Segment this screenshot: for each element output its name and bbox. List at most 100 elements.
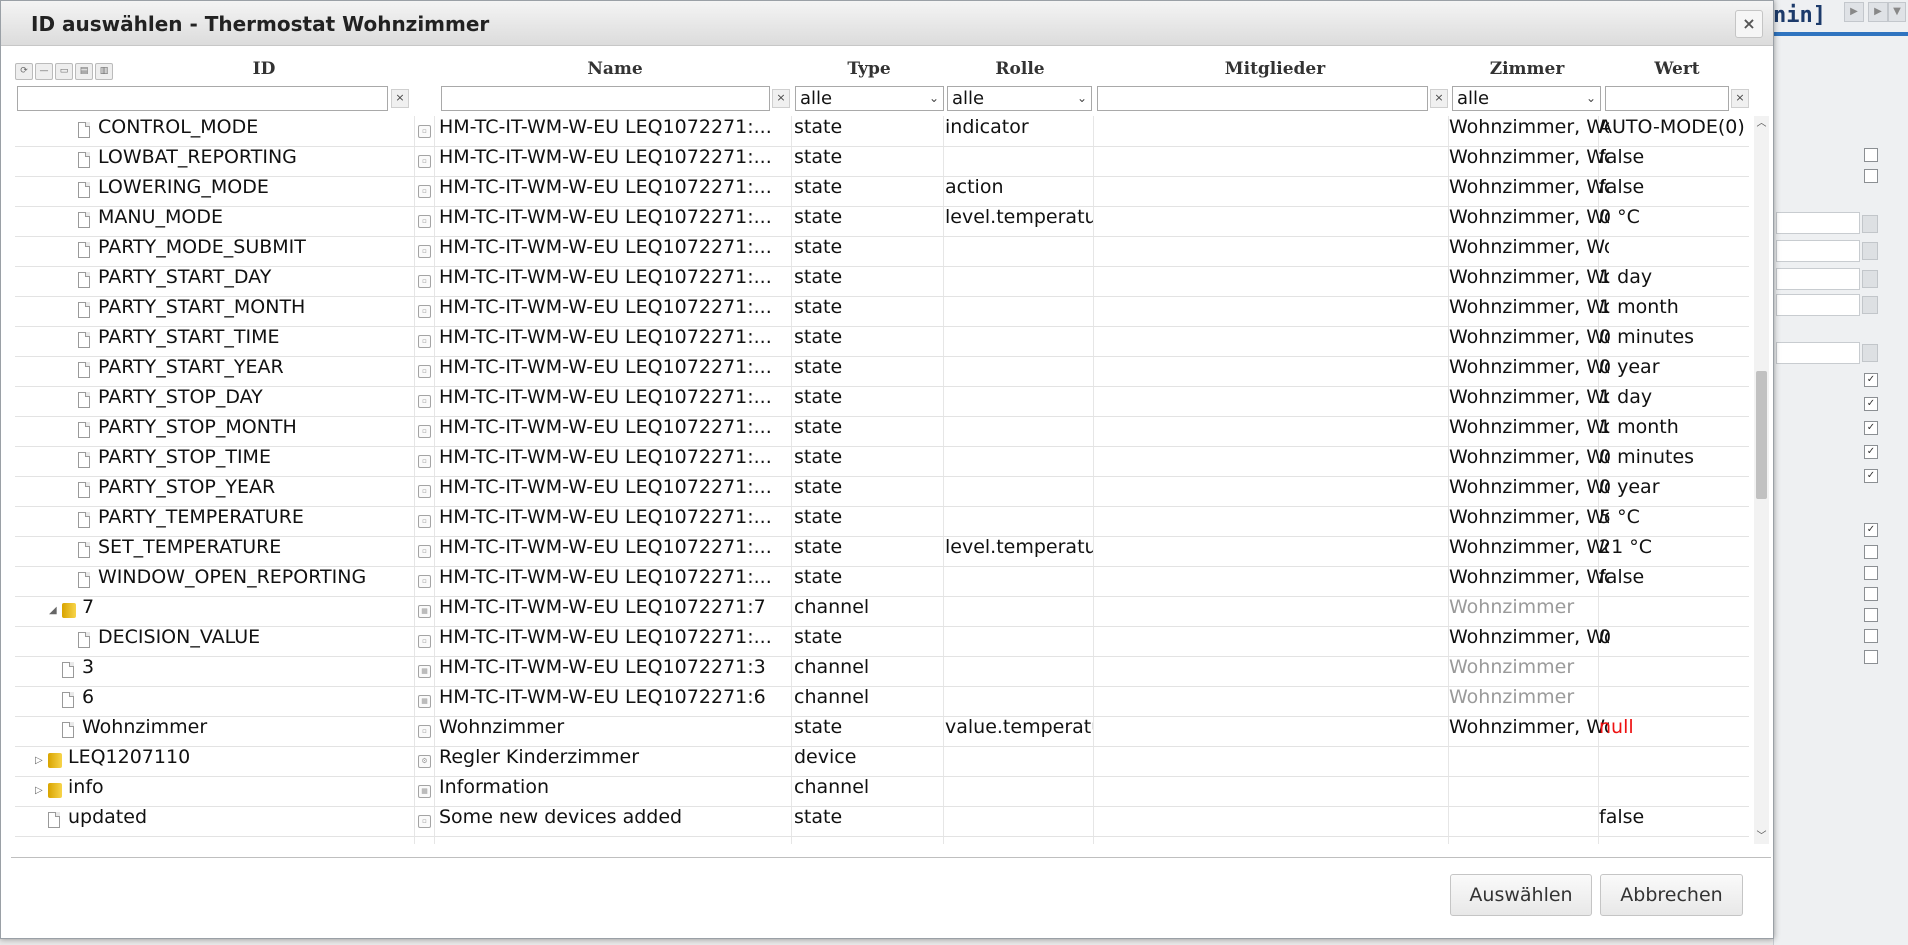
tree-row[interactable]: updated ▫ Some new devices added state false [15,806,1749,837]
row-room: Wohnzimmer, Wohnzimmer [1449,116,1609,138]
row-type: state [794,176,843,198]
tree-row[interactable]: 6 ▦ HM-TC-IT-WM-W-EU LEQ1072271:6 channel Wo… [15,686,1749,717]
cancel-button[interactable]: Abbrechen [1600,874,1743,916]
expand-toggle-icon[interactable]: ▷ [35,776,43,806]
column-header-members[interactable]: Mitglieder [1095,59,1455,79]
background-arrow-right-icon: ▶ [1868,2,1888,22]
row-room: Wohnzimmer [1449,656,1575,678]
state-icon: ▫ [418,335,431,348]
tree-row[interactable]: PARTY_STOP_MONTH ▫ HM-TC-IT-WM-W-EU LEQ107… [15,416,1749,447]
role-filter-select[interactable]: alle ⌄ [947,86,1092,111]
row-value: 0 year [1599,356,1660,378]
row-role [945,476,1093,506]
tree-row[interactable]: PARTY_START_DAY ▫ HM-TC-IT-WM-W-EU LEQ1072… [15,266,1749,297]
row-id: info [68,776,104,798]
type-filter-select[interactable]: alle ⌄ [795,86,944,111]
row-id: LOWBAT_REPORTING [98,146,297,168]
background-button [1862,296,1878,314]
row-value [1599,776,1749,806]
column-header-type[interactable]: Type [793,59,945,79]
row-room [1449,806,1609,836]
document-icon [78,482,90,498]
column-header-name[interactable]: Name [435,59,795,79]
tree-row[interactable]: Wohnzimmer ▫ Wohnzimmer state value.temperat… [15,716,1749,747]
id-filter-clear-button[interactable]: × [391,89,409,108]
tree-row[interactable]: PARTY_TEMPERATURE ▫ HM-TC-IT-WM-W-EU LEQ10… [15,506,1749,537]
row-room: Wohnzimmer, Wohnzimmer [1449,266,1609,288]
tree-row[interactable]: LOWERING_MODE ▫ HM-TC-IT-WM-W-EU LEQ107227… [15,176,1749,207]
row-room: Wohnzimmer, Wohnzimmer [1449,626,1609,648]
row-value [1599,746,1749,776]
document-icon [78,392,90,408]
tree-row[interactable]: CONTROL_MODE ▫ HM-TC-IT-WM-W-EU LEQ1072271… [15,116,1749,147]
column-header-value[interactable]: Wert [1601,59,1753,79]
tree-row[interactable]: 3 ▦ HM-TC-IT-WM-W-EU LEQ1072271:3 channel Wo… [15,656,1749,687]
members-filter-input[interactable] [1097,86,1428,111]
tree-row[interactable]: PARTY_STOP_DAY ▫ HM-TC-IT-WM-W-EU LEQ10722… [15,386,1749,417]
row-id: PARTY_STOP_YEAR [98,476,276,498]
tree-row[interactable]: PARTY_MODE_SUBMIT ▫ HM-TC-IT-WM-W-EU LEQ10… [15,236,1749,267]
row-type: state [794,476,843,498]
tree-row[interactable]: ▷ LEQ1207110 ⚙ Regler Kinderzimmer device [15,746,1749,777]
background-checkbox [1864,608,1878,622]
row-type: state [794,446,843,468]
expanded-toggle-icon[interactable]: ◢ [49,596,57,626]
background-title-fragment: nin] [1773,3,1826,28]
row-role [945,626,1093,656]
document-icon [78,212,90,228]
tree-row[interactable]: ▷ info ▦ Information channel [15,776,1749,807]
tree-row[interactable]: DECISION_VALUE ▫ HM-TC-IT-WM-W-EU LEQ10722… [15,626,1749,657]
tree-row[interactable]: PARTY_STOP_YEAR ▫ HM-TC-IT-WM-W-EU LEQ1072… [15,476,1749,507]
id-filter-input[interactable] [17,86,388,111]
row-room: Wohnzimmer, Wohnzimmer [1449,566,1609,588]
row-role: value.temperature [945,716,1093,738]
background-input [1776,342,1860,364]
column-header-room[interactable]: Zimmer [1453,59,1601,79]
tree-row[interactable]: WINDOW_OPEN_REPORTING ▫ HM-TC-IT-WM-W-EU L… [15,566,1749,597]
tree-row[interactable]: ◢ 7 ▦ HM-TC-IT-WM-W-EU LEQ1072271:7 channel W… [15,596,1749,627]
room-filter-select[interactable]: alle ⌄ [1452,86,1601,111]
tree-row[interactable]: MANU_MODE ▫ HM-TC-IT-WM-W-EU LEQ1072271:..… [15,206,1749,237]
row-name: HM-TC-IT-WM-W-EU LEQ1072271:... [439,506,772,528]
tree-row[interactable]: SET_TEMPERATURE ▫ HM-TC-IT-WM-W-EU LEQ1072… [15,536,1749,567]
type-filter-value: alle [800,88,833,109]
object-tree-table[interactable]: CONTROL_MODE ▫ HM-TC-IT-WM-W-EU LEQ1072271… [15,116,1749,844]
document-icon [78,422,90,438]
row-name: HM-TC-IT-WM-W-EU LEQ1072271:... [439,446,772,468]
row-room: Wohnzimmer, Wohnzimmer [1449,206,1609,228]
tree-row[interactable]: PARTY_STOP_TIME ▫ HM-TC-IT-WM-W-EU LEQ1072… [15,446,1749,477]
members-filter-clear-button[interactable]: × [1430,89,1448,108]
value-filter-input[interactable] [1605,86,1729,111]
state-icon: ▫ [418,485,431,498]
expand-toggle-icon[interactable]: ▷ [35,746,43,776]
tree-row[interactable]: PARTY_START_TIME ▫ HM-TC-IT-WM-W-EU LEQ107… [15,326,1749,357]
dialog-titlebar[interactable]: ID auswählen - Thermostat Wohnzimmer × [1,1,1773,46]
column-header-role[interactable]: Rolle [945,59,1095,79]
name-filter-input[interactable] [441,86,770,111]
tree-row[interactable]: PARTY_START_MONTH ▫ HM-TC-IT-WM-W-EU LEQ10… [15,296,1749,327]
document-icon [78,242,90,258]
select-button[interactable]: Auswählen [1450,874,1592,916]
row-name: HM-TC-IT-WM-W-EU LEQ1072271:... [439,566,772,588]
value-filter-clear-button[interactable]: × [1731,89,1749,108]
row-role [945,596,1093,626]
tree-scrollbar-thumb[interactable] [1756,371,1767,499]
row-type: state [794,236,843,258]
scroll-up-icon[interactable]: ︿ [1754,117,1769,131]
background-checkbox [1864,545,1878,559]
state-icon: ▫ [418,815,431,828]
scroll-down-icon[interactable]: ﹀ [1754,830,1769,844]
row-name: HM-TC-IT-WM-W-EU LEQ1072271:... [439,116,772,138]
row-role [945,296,1093,326]
document-icon [78,542,90,558]
background-accent-line [1773,32,1908,36]
tree-row[interactable]: PARTY_START_YEAR ▫ HM-TC-IT-WM-W-EU LEQ107… [15,356,1749,387]
tree-row[interactable]: LOWBAT_REPORTING ▫ HM-TC-IT-WM-W-EU LEQ107… [15,146,1749,177]
close-button[interactable]: × [1735,10,1763,38]
folder-icon [48,753,62,768]
name-filter-clear-button[interactable]: × [772,89,790,108]
row-type: state [794,506,843,528]
background-checkbox-checked: ✓ [1864,523,1878,537]
row-name: Some new devices added [439,806,683,828]
row-value: 5 °C [1599,506,1640,528]
